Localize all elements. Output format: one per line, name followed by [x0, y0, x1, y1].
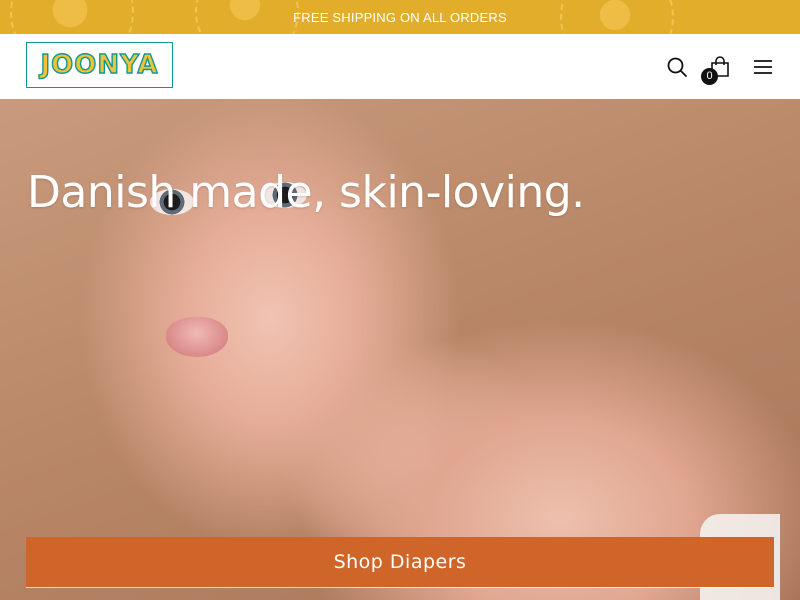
search-button[interactable] [664, 54, 690, 80]
menu-button[interactable] [750, 54, 776, 80]
hero-banner: Danish made, skin-loving. Shop Diapers [0, 99, 800, 600]
announcement-bar: FREE SHIPPING ON ALL ORDERS [0, 0, 800, 34]
shop-diapers-button[interactable]: Shop Diapers [26, 537, 774, 587]
sun-decoration [30, 0, 110, 34]
logo-text: JOONYA [40, 49, 159, 80]
cart-count-badge: 0 [701, 68, 718, 85]
sun-decoration [580, 0, 650, 34]
divider [26, 587, 774, 588]
hamburger-menu-icon [754, 60, 772, 74]
sun-decoration [210, 0, 280, 34]
site-header: JOONYA [0, 34, 800, 99]
hero-image-detail [166, 317, 228, 357]
hero-title: Danish made, skin-loving. [27, 167, 585, 218]
announcement-text: FREE SHIPPING ON ALL ORDERS [293, 9, 507, 25]
search-icon [667, 57, 687, 77]
site-logo[interactable]: JOONYA [26, 42, 173, 88]
